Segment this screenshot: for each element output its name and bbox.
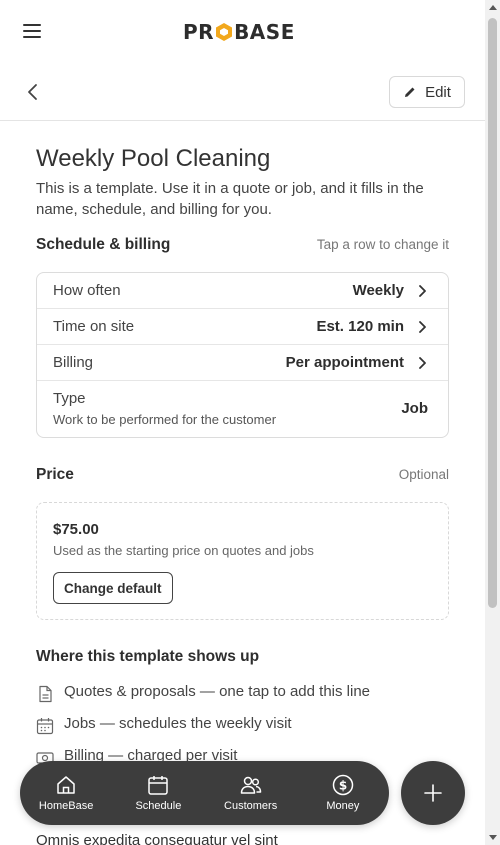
schedule-billing-title: Schedule & billing <box>36 236 171 253</box>
schedule-billing-card: How often Weekly Time on site Est. 120 m… <box>36 272 449 438</box>
nav-label: Schedule <box>135 800 182 812</box>
calendar-icon <box>36 718 54 735</box>
nav-label: Money <box>326 800 360 812</box>
row-type: Type Work to be performed for the custom… <box>37 381 448 437</box>
plus-icon <box>424 784 442 802</box>
document-icon <box>39 685 52 703</box>
page-description: This is a template. Use it in a quote or… <box>36 180 424 218</box>
chevron-right-icon <box>419 285 426 297</box>
row-value: Per appointment <box>285 354 404 371</box>
nav-item-money[interactable]: $ Money <box>297 761 389 825</box>
calendar-icon <box>148 776 169 795</box>
nav-item-customers[interactable]: Customers <box>205 761 297 825</box>
edit-button-label: Edit <box>425 83 451 101</box>
row-value: Job <box>401 400 428 417</box>
page-scrollbar[interactable] <box>485 0 500 845</box>
row-billing[interactable]: Billing Per appointment <box>37 345 448 381</box>
row-label: Billing <box>53 354 94 371</box>
top-bar: PR BASE <box>0 0 485 64</box>
row-label: Type <box>53 390 86 407</box>
schedule-billing-header: Schedule & billing Tap a row to change i… <box>36 236 449 254</box>
edit-button[interactable]: Edit <box>389 76 465 108</box>
usage-text: Jobs — schedules the weekly visit <box>64 715 292 732</box>
row-value: Est. 120 min <box>316 318 404 335</box>
dollar-icon: $ <box>332 774 354 796</box>
bottom-navigation: HomeBase Schedule Customers $ Money <box>20 761 389 825</box>
chevron-right-icon <box>419 321 426 333</box>
row-label: How often <box>53 282 121 299</box>
page-bar: Edit <box>0 64 485 121</box>
row-time-on-site[interactable]: Time on site Est. 120 min <box>37 309 448 345</box>
nav-item-schedule[interactable]: Schedule <box>112 761 204 825</box>
row-label: Time on site <box>53 318 135 335</box>
logo-hexagon-icon <box>215 22 233 42</box>
schedule-billing-hint: Tap a row to change it <box>316 237 449 252</box>
change-default-button[interactable]: Change default <box>53 572 173 604</box>
nav-label: HomeBase <box>38 800 94 812</box>
row-sublabel: Work to be performed for the customer <box>53 412 277 427</box>
list-item: Jobs — schedules the weekly visit <box>36 714 449 738</box>
scroll-down-arrow-icon[interactable] <box>489 835 497 840</box>
row-value: Weekly <box>352 282 404 299</box>
price-hint: Optional <box>398 467 449 482</box>
scroll-up-arrow-icon[interactable] <box>489 5 497 10</box>
home-icon <box>57 776 75 794</box>
people-icon <box>240 776 261 794</box>
svg-text:$: $ <box>339 779 347 793</box>
price-card: $75.00 Used as the starting price on quo… <box>36 502 449 620</box>
chevron-right-icon <box>419 357 426 369</box>
hamburger-menu-icon[interactable] <box>23 24 41 38</box>
pencil-icon <box>405 87 415 97</box>
page-title: Weekly Pool Cleaning <box>36 145 271 172</box>
price-title: Price <box>36 466 74 483</box>
usage-title: Where this template shows up <box>36 648 260 665</box>
back-arrow-icon[interactable] <box>22 81 44 103</box>
add-button[interactable] <box>401 761 465 825</box>
nav-label: Customers <box>224 800 278 812</box>
row-how-often[interactable]: How often Weekly <box>37 273 448 309</box>
list-item: Quotes & proposals — one tap to add this… <box>36 682 449 706</box>
price-amount: $75.00 <box>53 521 99 538</box>
logo-text-left: PR <box>183 20 215 44</box>
scrollbar-thumb[interactable] <box>488 18 497 608</box>
price-header: Price Optional <box>36 466 449 484</box>
usage-text: Quotes & proposals — one tap to add this… <box>64 683 371 700</box>
usage-header: Where this template shows up <box>36 648 449 666</box>
nav-item-homebase[interactable]: HomeBase <box>20 761 112 825</box>
price-description: Used as the starting price on quotes and… <box>53 543 314 558</box>
partial-text: Omnis expedita consequatur vel sint <box>36 832 278 845</box>
probase-logo: PR BASE <box>183 20 295 44</box>
logo-text-right: BASE <box>234 20 295 44</box>
